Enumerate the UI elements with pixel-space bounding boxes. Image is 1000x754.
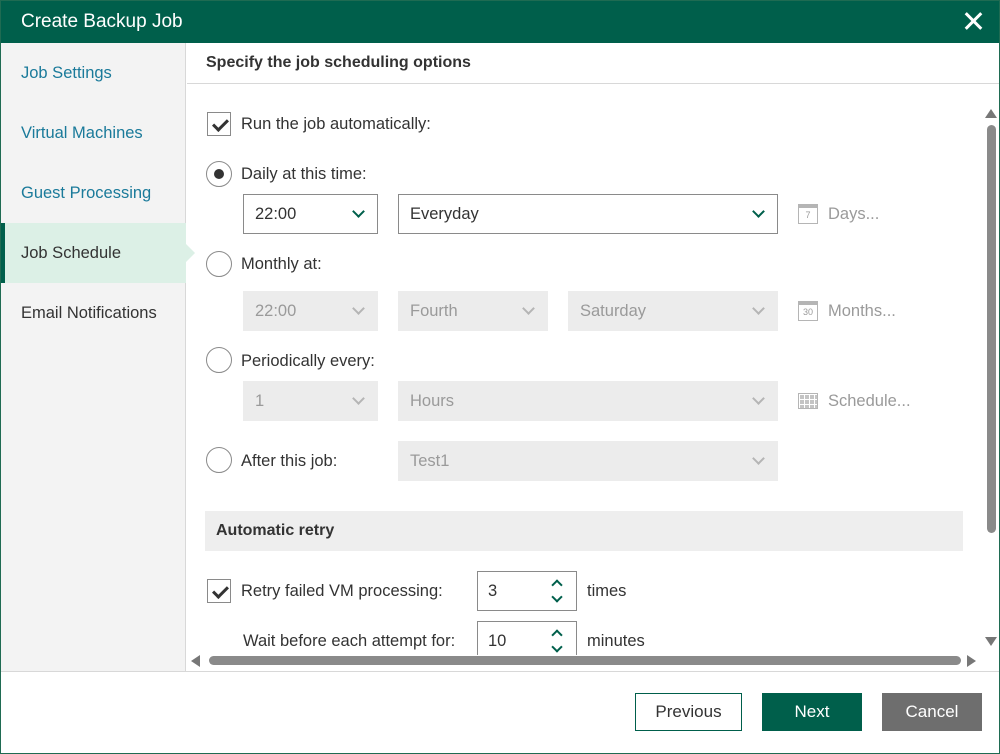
run-automatically-checkbox[interactable]: [207, 112, 231, 136]
schedule-options-panel: Run the job automatically: Daily at this…: [187, 85, 981, 655]
retry-count-stepper[interactable]: 3: [477, 571, 577, 611]
cancel-button[interactable]: Cancel: [882, 693, 982, 731]
scroll-down-arrow-icon[interactable]: [985, 637, 997, 646]
chevron-down-icon[interactable]: [551, 641, 563, 653]
sidebar-item-job-settings[interactable]: Job Settings: [1, 43, 186, 103]
chevron-down-icon: [752, 205, 765, 218]
months-link[interactable]: Months...: [828, 302, 896, 321]
automatic-retry-section-header: Automatic retry: [205, 511, 963, 551]
schedule-link[interactable]: Schedule...: [828, 392, 911, 411]
scroll-right-arrow-icon[interactable]: [967, 655, 976, 667]
retry-failed-checkbox[interactable]: [207, 579, 231, 603]
after-job-label: After this job:: [241, 452, 338, 470]
daily-frequency-select[interactable]: Everyday: [398, 194, 778, 234]
retry-failed-label: Retry failed VM processing:: [241, 582, 443, 600]
periodic-value: 1: [255, 392, 265, 410]
sidebar-item-virtual-machines[interactable]: Virtual Machines: [1, 103, 186, 163]
monthly-time-value: 22:00: [255, 302, 297, 320]
monthly-day-value: Saturday: [580, 302, 647, 320]
after-job-value: Test1: [410, 452, 450, 470]
wait-minutes-value: 10: [488, 632, 507, 650]
wait-minutes-stepper[interactable]: 10: [477, 621, 577, 655]
periodic-unit-value: Hours: [410, 392, 455, 410]
monthly-radio[interactable]: [206, 251, 232, 277]
monthly-week-select[interactable]: Fourth: [398, 291, 548, 331]
sidebar-item-email-notifications[interactable]: Email Notifications: [1, 283, 186, 343]
create-backup-job-dialog: Create Backup Job Job Settings Virtual M…: [0, 0, 1000, 754]
periodic-unit-select[interactable]: Hours: [398, 381, 778, 421]
scroll-left-arrow-icon[interactable]: [191, 655, 200, 667]
monthly-label: Monthly at:: [241, 255, 322, 273]
page-title: Specify the job scheduling options: [206, 54, 471, 71]
chevron-up-icon[interactable]: [551, 579, 563, 591]
wizard-steps-sidebar: Job Settings Virtual Machines Guest Proc…: [1, 43, 195, 671]
grid-icon: [798, 393, 818, 409]
automatic-retry-title: Automatic retry: [216, 522, 335, 539]
sidebar-item-guest-processing[interactable]: Guest Processing: [1, 163, 186, 223]
periodically-label: Periodically every:: [241, 352, 375, 370]
retry-count-value: 3: [488, 582, 498, 600]
scroll-up-arrow-icon[interactable]: [985, 109, 997, 118]
dialog-title: Create Backup Job: [21, 11, 183, 32]
after-job-select[interactable]: Test1: [398, 441, 778, 481]
horizontal-scroll-thumb[interactable]: [209, 656, 961, 665]
chevron-down-icon: [522, 302, 535, 315]
periodically-radio[interactable]: [206, 347, 232, 373]
next-button[interactable]: Next: [762, 693, 862, 731]
chevron-down-icon[interactable]: [551, 591, 563, 603]
horizontal-scrollbar[interactable]: [187, 653, 981, 669]
chevron-down-icon: [752, 452, 765, 465]
run-automatically-label: Run the job automatically:: [241, 115, 431, 133]
vertical-scroll-thumb[interactable]: [987, 125, 996, 533]
chevron-down-icon: [352, 205, 365, 218]
wait-unit-label: minutes: [587, 632, 645, 650]
title-bar: Create Backup Job: [1, 1, 999, 43]
periodic-value-select[interactable]: 1: [243, 381, 378, 421]
wait-label: Wait before each attempt for:: [243, 632, 456, 650]
daily-frequency-value: Everyday: [410, 205, 479, 223]
daily-time-value: 22:00: [255, 205, 297, 223]
monthly-week-value: Fourth: [410, 302, 458, 320]
days-link[interactable]: Days...: [828, 205, 879, 224]
retry-unit-label: times: [587, 582, 627, 600]
dialog-footer: Previous Next Cancel: [1, 671, 999, 753]
chevron-up-icon[interactable]: [551, 629, 563, 641]
chevron-down-icon: [752, 302, 765, 315]
previous-button[interactable]: Previous: [635, 693, 742, 731]
monthly-time-select[interactable]: 22:00: [243, 291, 378, 331]
chevron-down-icon: [752, 392, 765, 405]
close-icon[interactable]: [961, 9, 985, 33]
page-header: Specify the job scheduling options: [187, 43, 999, 84]
daily-time-select[interactable]: 22:00: [243, 194, 378, 234]
daily-label: Daily at this time:: [241, 165, 367, 183]
daily-radio[interactable]: [206, 161, 232, 187]
vertical-scrollbar[interactable]: [981, 105, 999, 653]
chevron-down-icon: [352, 302, 365, 315]
after-job-radio[interactable]: [206, 447, 232, 473]
chevron-down-icon: [352, 392, 365, 405]
calendar-7-icon: 7: [798, 204, 818, 224]
calendar-30-icon: 30: [798, 301, 818, 321]
monthly-day-select[interactable]: Saturday: [568, 291, 778, 331]
sidebar-item-job-schedule[interactable]: Job Schedule: [1, 223, 195, 283]
